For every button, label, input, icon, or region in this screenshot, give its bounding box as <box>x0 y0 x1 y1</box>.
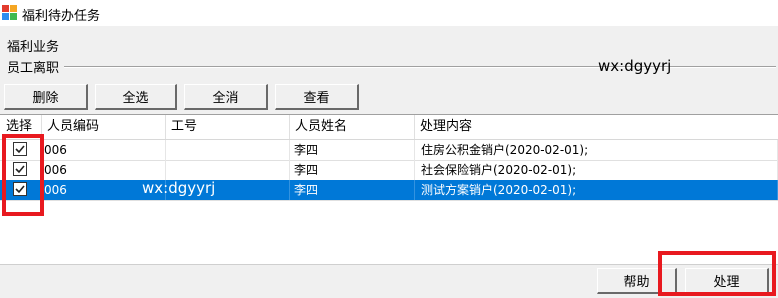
header-job-no[interactable]: 工号 <box>166 115 290 139</box>
window-title: 福利待办任务 <box>22 9 101 24</box>
select-all-button[interactable]: 全选 <box>95 84 177 110</box>
header-content[interactable]: 处理内容 <box>415 115 778 139</box>
emp-code-cell: 006 <box>42 160 166 180</box>
emp-name-cell: 李四 <box>290 140 415 160</box>
watermark-text: wx:dgyyrj <box>598 57 672 75</box>
content-cell: 社会保险销户(2020-02-01); <box>415 160 778 180</box>
title-bar: 福利待办任务 <box>0 0 778 26</box>
emp-code-cell: 006 <box>42 140 166 160</box>
checkbox-column-highlight <box>2 134 44 216</box>
table-row[interactable]: 006 李四 住房公积金销户(2020-02-01); <box>0 140 778 161</box>
row-watermark-text: wx:dgyyrj <box>142 179 216 197</box>
clear-all-button[interactable]: 全消 <box>184 84 268 110</box>
group-label: 员工离职 <box>7 61 60 76</box>
view-button[interactable]: 查看 <box>275 84 359 110</box>
header-emp-name[interactable]: 人员姓名 <box>290 115 415 139</box>
app-icon <box>2 5 18 21</box>
process-button-highlight <box>658 251 776 296</box>
content-cell: 测试方案销户(2020-02-01); <box>415 180 778 200</box>
table-row-selected[interactable]: 006 李四 测试方案销户(2020-02-01); wx:dgyyrj <box>0 179 778 201</box>
job-no-cell <box>166 160 290 180</box>
delete-button[interactable]: 删除 <box>4 84 88 110</box>
emp-name-cell: 李四 <box>290 160 415 180</box>
task-table[interactable]: 选择 人员编码 工号 人员姓名 处理内容 006 李四 住房公积金销户(2020… <box>0 114 778 265</box>
content-cell: 住房公积金销户(2020-02-01); <box>415 140 778 160</box>
header-emp-code[interactable]: 人员编码 <box>42 115 166 139</box>
table-header: 选择 人员编码 工号 人员姓名 处理内容 <box>0 115 778 140</box>
section-label: 福利业务 <box>7 40 60 55</box>
job-no-cell <box>166 140 290 160</box>
emp-name-cell: 李四 <box>290 180 415 200</box>
table-row[interactable]: 006 李四 社会保险销户(2020-02-01); <box>0 160 778 181</box>
